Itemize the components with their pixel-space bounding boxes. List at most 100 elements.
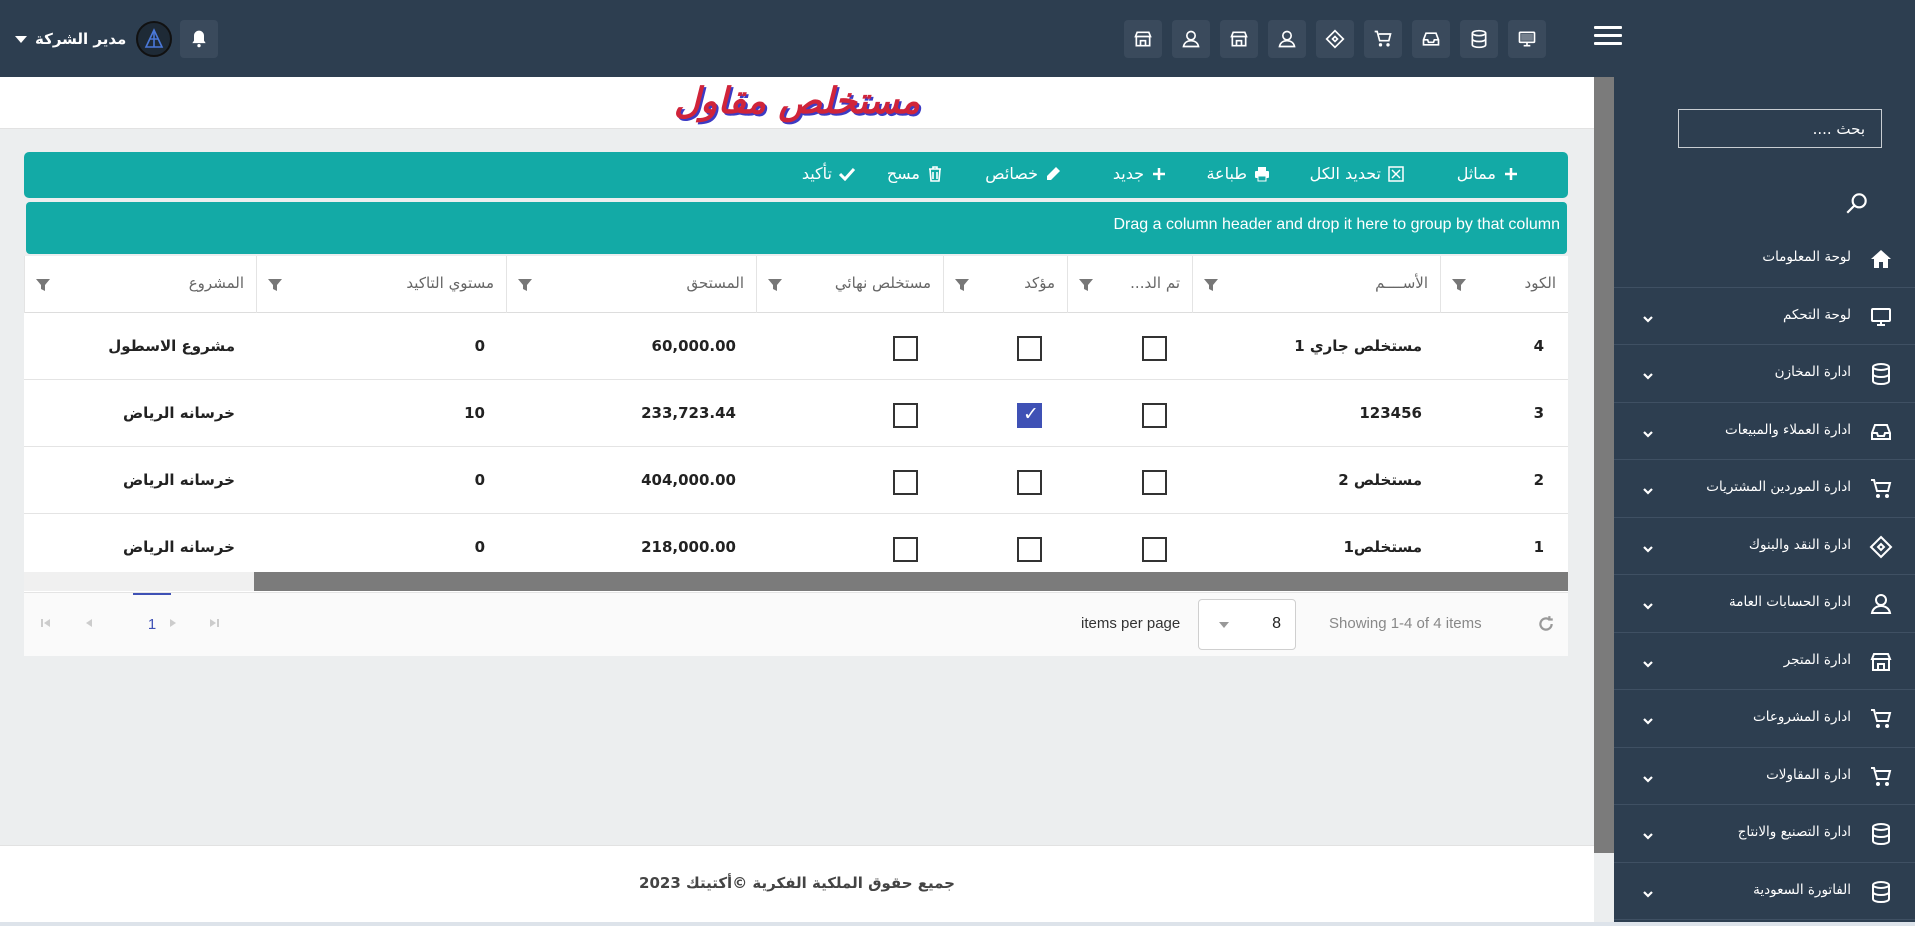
checkbox-done[interactable] [1142,403,1167,428]
sidebar-item[interactable]: ادارة العملاء والمبيعات [1614,403,1915,460]
column-header-done[interactable]: تم الد... [1067,256,1192,313]
chevron-down-icon[interactable] [1642,827,1654,840]
checkbox-confirmed[interactable] [1017,403,1042,428]
items-per-page-select[interactable]: 8 [1198,599,1296,650]
chevron-down-icon[interactable] [1642,712,1654,725]
filter-icon[interactable] [35,277,51,293]
filter-icon[interactable] [517,277,533,293]
sidebar-item[interactable]: ادارة المقاولات [1614,748,1915,805]
chevron-down-icon[interactable] [1642,597,1654,610]
avatar[interactable] [136,21,173,57]
store-icon[interactable] [1220,20,1258,58]
confirm-button[interactable]: تأكيد [802,164,856,183]
column-header-code[interactable]: الكود [1440,256,1568,313]
chevron-down-icon[interactable] [1642,367,1654,380]
properties-button[interactable]: خصائص [985,164,1062,183]
user-name[interactable]: مدير الشركة [35,30,126,48]
user-icon[interactable] [1268,20,1306,58]
notification-bell-icon[interactable] [180,20,219,58]
cell-confirm-level: 10 [464,404,485,422]
table-row[interactable]: 2 مستخلص 2 404,000.00 0 خرسانه الرياض [24,447,1568,514]
chevron-down-icon[interactable] [1642,770,1654,783]
new-button[interactable]: جديد [1113,164,1168,183]
sidebar-item[interactable]: لوحة التحكم [1614,288,1915,345]
print-button[interactable]: طباعة [1206,164,1271,183]
horizontal-scrollbar[interactable] [24,572,1568,591]
tag-icon[interactable] [1316,20,1354,58]
sidebar-item[interactable]: ادارة النقد والبنوك [1614,518,1915,575]
sidebar-item[interactable]: ادارة التصنيع والانتاج [1614,805,1915,863]
checkbox-confirmed[interactable] [1017,537,1042,562]
horizontal-scrollbar-thumb[interactable] [254,572,1568,591]
user-menu[interactable]: مدير الشركة [15,20,219,58]
search-icon[interactable] [1844,190,1870,216]
search-input[interactable] [1678,109,1882,148]
sidebar: لوحة المعلومات لوحة التحكم ادارة المخازن اد… [1614,77,1915,926]
refresh-icon[interactable] [1537,615,1555,633]
last-page-icon[interactable] [206,615,222,631]
prev-page-icon[interactable] [82,615,98,631]
table-row[interactable]: 4 مستخلص جاري 1 60,000.00 0 مشروع الاسطول [24,313,1568,380]
checkbox-final[interactable] [893,336,918,361]
chevron-down-icon[interactable] [1642,655,1654,668]
cell-due: 218,000.00 [641,538,736,556]
column-header-final[interactable]: مستخلص نهائي [756,256,943,313]
checkbox-final[interactable] [893,537,918,562]
sidebar-item[interactable]: الفاتورة السعودية [1614,863,1915,920]
filter-icon[interactable] [1451,277,1467,293]
cart-icon[interactable] [1364,20,1402,58]
sidebar-item[interactable]: ادارة المشروعات [1614,690,1915,748]
next-page-icon[interactable] [164,615,180,631]
sidebar-item[interactable]: ادارة الموردين المشتريات [1614,460,1915,518]
sidebar-item[interactable]: ادارة المخازن [1614,345,1915,403]
column-header-confirmed[interactable]: مؤكد [943,256,1067,313]
delete-button[interactable]: مسح [887,164,944,183]
cell-project: خرسانه الرياض [122,471,235,489]
filter-icon[interactable] [267,277,283,293]
checkbox-done[interactable] [1142,537,1167,562]
sidebar-item[interactable]: ادارة المتجر [1614,633,1915,690]
checkbox-final[interactable] [893,403,918,428]
title-bar: مستخلص مقاول [0,77,1594,129]
menu-toggle-icon[interactable] [1594,26,1622,48]
group-by-panel[interactable]: Drag a column header and drop it here to… [26,202,1567,254]
chevron-down-icon[interactable] [1642,540,1654,553]
column-header-project[interactable]: المشروع [24,256,256,313]
sidebar-item[interactable]: ادارة الحسابات العامة [1614,575,1915,633]
select-all-button[interactable]: تحديد الكل [1310,164,1405,183]
filter-icon[interactable] [1078,277,1094,293]
monitor-icon[interactable] [1508,20,1546,58]
checkbox-confirmed[interactable] [1017,470,1042,495]
first-page-icon[interactable] [38,615,54,631]
cell-due: 404,000.00 [641,471,736,489]
vertical-scrollbar[interactable] [1594,77,1614,853]
column-header-name[interactable]: الأســــم [1192,256,1440,313]
table-row[interactable]: 3 123456 233,723.44 10 خرسانه الرياض [24,380,1568,447]
filter-icon[interactable] [1203,277,1219,293]
database-icon [1869,822,1893,846]
tag-icon [1869,535,1893,559]
column-header-confirm-level[interactable]: مستوي التاكيد [256,256,506,313]
column-header-due[interactable]: المستحق [506,256,756,313]
filter-icon[interactable] [767,277,783,293]
checkbox-final[interactable] [893,470,918,495]
checkbox-done[interactable] [1142,336,1167,361]
top-bar: مدير الشركة [0,0,1915,77]
store-icon[interactable] [1124,20,1162,58]
chevron-down-icon[interactable] [1642,310,1654,323]
chevron-down-icon[interactable] [1642,482,1654,495]
inbox-icon[interactable] [1412,20,1450,58]
chevron-down-icon[interactable] [1642,425,1654,438]
sidebar-item-label: ادارة النقد والبنوك [1748,536,1851,553]
sidebar-item[interactable]: لوحة المعلومات [1614,230,1915,288]
checkbox-confirmed[interactable] [1017,336,1042,361]
user-icon[interactable] [1172,20,1210,58]
filter-icon[interactable] [954,277,970,293]
database-icon[interactable] [1460,20,1498,58]
chevron-down-icon[interactable] [15,35,27,43]
chevron-down-icon[interactable] [1642,885,1654,898]
cell-name: مستخلص 2 [1338,471,1422,489]
similar-button[interactable]: مماثل [1457,164,1520,183]
checkbox-done[interactable] [1142,470,1167,495]
table-row[interactable]: 1 مستخلص1 218,000.00 0 خرسانه الرياض [24,514,1568,581]
